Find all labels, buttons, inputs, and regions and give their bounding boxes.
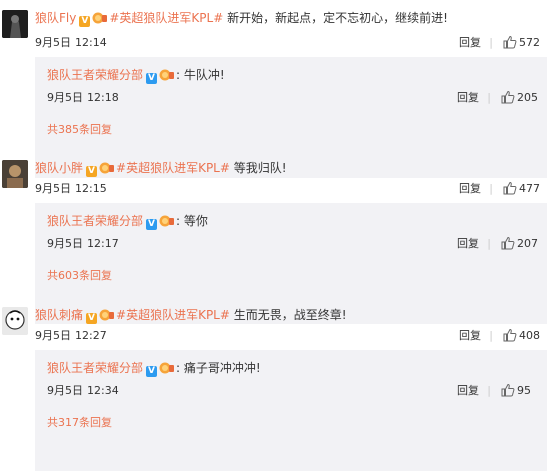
divider: | bbox=[487, 91, 491, 104]
more-replies-link[interactable]: 共317条回复 bbox=[47, 416, 112, 430]
divider: | bbox=[489, 329, 493, 342]
sub-reply-text: 牛队冲! bbox=[183, 68, 225, 82]
comment-1: 狼队Fly V #英超狼队进军KPL# 新开始，新起点，定不忘初心，继续前进! 9月… bbox=[0, 0, 547, 178]
topic-link[interactable]: #英超狼队进军KPL# bbox=[109, 11, 223, 25]
thumbs-up-icon[interactable] bbox=[503, 35, 517, 49]
verified-v-icon: V bbox=[79, 16, 91, 27]
like-count: 572 bbox=[519, 36, 540, 49]
more-replies-link[interactable]: 共385条回复 bbox=[47, 123, 112, 137]
sub-username-link[interactable]: 狼队王者荣耀分部 bbox=[47, 68, 143, 82]
sub-reply-text: 等你 bbox=[183, 214, 208, 228]
thumbs-up-icon[interactable] bbox=[501, 236, 515, 250]
fan-badge-icon bbox=[159, 362, 175, 374]
comment-time: 12:14 bbox=[75, 36, 107, 49]
comment-meta: 9月5日 12:27 bbox=[35, 329, 107, 343]
sub-reply-time: 12:17 bbox=[87, 237, 119, 250]
username-link[interactable]: 狼队刺痛 bbox=[35, 308, 83, 322]
comment-date: 9月5日 bbox=[35, 182, 71, 195]
reply-button[interactable]: 回复 bbox=[457, 384, 479, 398]
sub-reply-meta: 9月5日 12:17 bbox=[47, 237, 119, 251]
sub-reply-meta: 9月5日 12:34 bbox=[47, 384, 119, 398]
sub-reply-line: 狼队王者荣耀分部 V: 痛子哥冲冲冲! bbox=[47, 361, 261, 377]
sub-reply-date: 9月5日 bbox=[47, 91, 83, 104]
fan-badge-icon bbox=[99, 162, 115, 174]
sub-reply-block: 狼队王者荣耀分部 V: 痛子哥冲冲冲! 9月5日 12:34 回复 | 95 共31… bbox=[35, 350, 547, 471]
reply-button[interactable]: 回复 bbox=[459, 36, 481, 50]
reply-button[interactable]: 回复 bbox=[459, 182, 481, 196]
divider: | bbox=[489, 182, 493, 195]
comment-time: 12:27 bbox=[75, 329, 107, 342]
comment-line: 狼队刺痛 V #英超狼队进军KPL# 生而无畏，战至终章! bbox=[35, 307, 347, 324]
sub-reply-line: 狼队王者荣耀分部 V: 牛队冲! bbox=[47, 68, 225, 84]
topic-link[interactable]: #英超狼队进军KPL# bbox=[116, 308, 230, 322]
avatar[interactable] bbox=[2, 160, 28, 188]
like-count: 477 bbox=[519, 182, 540, 195]
sub-reply-line: 狼队王者荣耀分部 V: 等你 bbox=[47, 214, 208, 230]
avatar[interactable] bbox=[2, 10, 28, 38]
comment-date: 9月5日 bbox=[35, 36, 71, 49]
comment-text: 新开始，新起点，定不忘初心，继续前进! bbox=[227, 11, 448, 25]
more-replies-link[interactable]: 共603条回复 bbox=[47, 269, 112, 283]
fan-badge-icon bbox=[159, 69, 175, 81]
username-link[interactable]: 狼队Fly bbox=[35, 11, 76, 25]
sub-reply-date: 9月5日 bbox=[47, 384, 83, 397]
sub-reply-time: 12:18 bbox=[87, 91, 119, 104]
verified-v-icon: V bbox=[86, 313, 98, 324]
sub-reply-text: 痛子哥冲冲冲! bbox=[183, 361, 261, 375]
reply-button[interactable]: 回复 bbox=[459, 329, 481, 343]
sub-username-link[interactable]: 狼队王者荣耀分部 bbox=[47, 361, 143, 375]
username-link[interactable]: 狼队小胖 bbox=[35, 161, 83, 175]
comment-line: 狼队Fly V #英超狼队进军KPL# 新开始，新起点，定不忘初心，继续前进! bbox=[35, 10, 448, 27]
divider: | bbox=[487, 384, 491, 397]
like-count: 205 bbox=[517, 91, 538, 104]
sub-username-link[interactable]: 狼队王者荣耀分部 bbox=[47, 214, 143, 228]
sub-reply-date: 9月5日 bbox=[47, 237, 83, 250]
comment-time: 12:15 bbox=[75, 182, 107, 195]
verified-v-icon: V bbox=[146, 73, 158, 84]
like-count: 408 bbox=[519, 329, 540, 342]
fan-badge-icon bbox=[159, 215, 175, 227]
reply-button[interactable]: 回复 bbox=[457, 91, 479, 105]
like-count: 207 bbox=[517, 237, 538, 250]
sub-reply-meta: 9月5日 12:18 bbox=[47, 91, 119, 105]
fan-badge-icon bbox=[99, 309, 115, 321]
thumbs-up-icon[interactable] bbox=[503, 181, 517, 195]
like-count: 95 bbox=[517, 384, 531, 397]
thumbs-up-icon[interactable] bbox=[503, 328, 517, 342]
comment-meta: 9月5日 12:14 bbox=[35, 36, 107, 50]
comment-line: 狼队小胖 V #英超狼队进军KPL# 等我归队! bbox=[35, 160, 287, 177]
avatar[interactable] bbox=[2, 307, 28, 335]
fan-badge-icon bbox=[92, 12, 108, 24]
comment-meta: 9月5日 12:15 bbox=[35, 182, 107, 196]
divider: | bbox=[489, 36, 493, 49]
comment-date: 9月5日 bbox=[35, 329, 71, 342]
reply-button[interactable]: 回复 bbox=[457, 237, 479, 251]
divider: | bbox=[487, 237, 491, 250]
comment-2: 狼队小胖 V #英超狼队进军KPL# 等我归队! 9月5日 12:15 回复 | 47… bbox=[0, 150, 547, 324]
comment-text: 生而无畏，战至终章! bbox=[233, 308, 347, 322]
comment-text: 等我归队! bbox=[233, 161, 287, 175]
thumbs-up-icon[interactable] bbox=[501, 90, 515, 104]
thumbs-up-icon[interactable] bbox=[501, 383, 515, 397]
verified-v-icon: V bbox=[86, 166, 98, 177]
verified-v-icon: V bbox=[146, 366, 158, 377]
sub-reply-time: 12:34 bbox=[87, 384, 119, 397]
verified-v-icon: V bbox=[146, 219, 158, 230]
topic-link[interactable]: #英超狼队进军KPL# bbox=[116, 161, 230, 175]
